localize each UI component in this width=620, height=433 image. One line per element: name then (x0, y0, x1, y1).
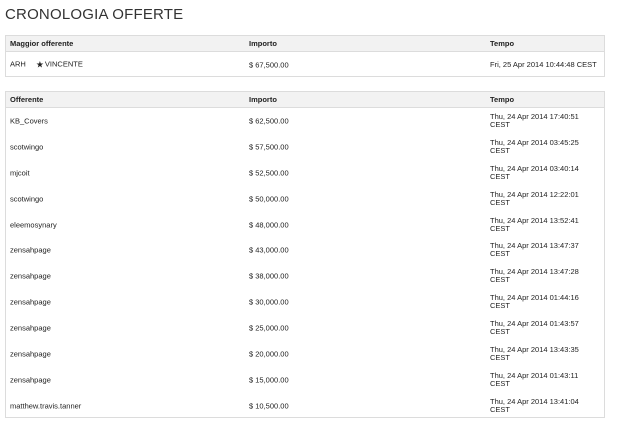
winner-table: Maggior offerente Importo Tempo ARH ★VINC… (5, 35, 605, 77)
winner-time: Fri, 25 Apr 2014 10:44:48 CEST (490, 60, 597, 69)
header-amount: Importo (249, 39, 277, 48)
winner-bidder-cell: ARH ★VINCENTE (10, 60, 83, 71)
header-highest-bidder: Maggior offerente (10, 39, 74, 48)
bid-amount: $ 30,000.00 (249, 297, 289, 307)
bid-amount: $ 57,500.00 (249, 142, 289, 152)
bidder-name[interactable]: KB_Covers (10, 116, 48, 125)
table-row: scotwingo $ 50,000.00 Thu, 24 Apr 2014 12:… (6, 186, 604, 212)
bid-time: Thu, 24 Apr 2014 03:45:25 CEST (490, 137, 579, 155)
bid-time: Thu, 24 Apr 2014 01:44:16 CEST (490, 293, 579, 311)
bidder-name[interactable]: zensahpage (10, 375, 51, 384)
header-amount: Importo (249, 95, 277, 104)
table-row: mjcoit $ 52,500.00 Thu, 24 Apr 2014 03:40:… (6, 160, 604, 186)
bid-time: Thu, 24 Apr 2014 13:41:04 CEST (490, 396, 579, 414)
bidder-name[interactable]: zensahpage (10, 272, 51, 281)
bid-amount: $ 38,000.00 (249, 271, 289, 281)
header-time: Tempo (490, 95, 515, 104)
table-row: scotwingo $ 57,500.00 Thu, 24 Apr 2014 03:… (6, 134, 604, 160)
bid-amount: $ 50,000.00 (249, 194, 289, 204)
table-row: zensahpage $ 15,000.00 Thu, 24 Apr 2014 01… (6, 367, 604, 393)
header-time: Tempo (490, 39, 515, 48)
bid-amount: $ 20,000.00 (249, 349, 289, 359)
bid-amount: $ 48,000.00 (249, 220, 289, 229)
bid-amount: $ 15,000.00 (249, 375, 289, 385)
winner-badge: VINCENTE (44, 59, 83, 69)
table-row: zensahpage $ 30,000.00 Thu, 24 Apr 2014 01… (6, 289, 604, 315)
bidder-name[interactable]: zensahpage (10, 324, 51, 333)
table-row: zensahpage $ 38,000.00 Thu, 24 Apr 2014 13… (6, 263, 604, 289)
bidder-name[interactable]: zensahpage (10, 298, 51, 307)
bid-time: Thu, 24 Apr 2014 13:43:35 CEST (490, 344, 579, 362)
bid-amount: $ 52,500.00 (249, 168, 289, 178)
bid-time: Thu, 24 Apr 2014 13:47:37 CEST (490, 241, 579, 259)
header-bidder: Offerente (10, 95, 44, 104)
bid-time: Thu, 24 Apr 2014 13:47:28 CEST (490, 267, 579, 285)
bid-table-header: Offerente Importo Tempo (6, 92, 604, 108)
bidder-name[interactable]: zensahpage (10, 349, 51, 358)
table-row: zensahpage $ 25,000.00 Thu, 24 Apr 2014 01… (6, 315, 604, 341)
winner-row: ARH ★VINCENTE $ 67,500.00 Fri, 25 Apr 201… (6, 52, 604, 78)
bid-time: Thu, 24 Apr 2014 01:43:57 CEST (490, 319, 579, 337)
bidder-name[interactable]: mjcoit (10, 168, 30, 177)
bidder-name[interactable]: matthew.travis.tanner (10, 401, 81, 410)
bid-amount: $ 43,000.00 (249, 245, 289, 255)
bid-rows: KB_Covers $ 62,500.00 Thu, 24 Apr 2014 17:… (6, 108, 604, 419)
bidder-name[interactable]: eleemosynary (10, 220, 57, 229)
bid-time: Thu, 24 Apr 2014 17:40:51 CEST (490, 111, 579, 129)
bidder-name[interactable]: scotwingo (10, 142, 43, 151)
bidder-name[interactable]: zensahpage (10, 246, 51, 255)
bidder-name[interactable]: scotwingo (10, 194, 43, 203)
bid-amount: $ 25,000.00 (249, 323, 289, 333)
bid-amount: $ 10,500.00 (249, 401, 289, 411)
winner-bidder[interactable]: ARH (10, 60, 26, 69)
bid-time: Thu, 24 Apr 2014 12:22:01 CEST (490, 189, 579, 207)
bid-amount: $ 62,500.00 (249, 116, 289, 126)
table-row: eleemosynary $ 48,000.00 Thu, 24 Apr 2014 … (6, 212, 604, 238)
table-row: zensahpage $ 20,000.00 Thu, 24 Apr 2014 13… (6, 341, 604, 367)
table-row: zensahpage $ 43,000.00 Thu, 24 Apr 2014 13… (6, 237, 604, 263)
page-title: CRONOLOGIA OFFERTE (5, 6, 184, 23)
winner-amount: $ 67,500.00 (249, 60, 289, 70)
star-icon: ★ (35, 59, 44, 70)
bid-history-table: Offerente Importo Tempo KB_Covers $ 62,50… (5, 91, 605, 418)
table-row: matthew.travis.tanner $ 10,500.00 Thu, 24 … (6, 393, 604, 419)
bid-time: Thu, 24 Apr 2014 01:43:11 CEST (490, 370, 579, 388)
bid-time: Thu, 24 Apr 2014 03:40:14 CEST (490, 163, 579, 181)
bid-time: Thu, 24 Apr 2014 13:52:41 CEST (490, 215, 579, 233)
table-row: KB_Covers $ 62,500.00 Thu, 24 Apr 2014 17:… (6, 108, 604, 134)
winner-table-header: Maggior offerente Importo Tempo (6, 36, 604, 52)
